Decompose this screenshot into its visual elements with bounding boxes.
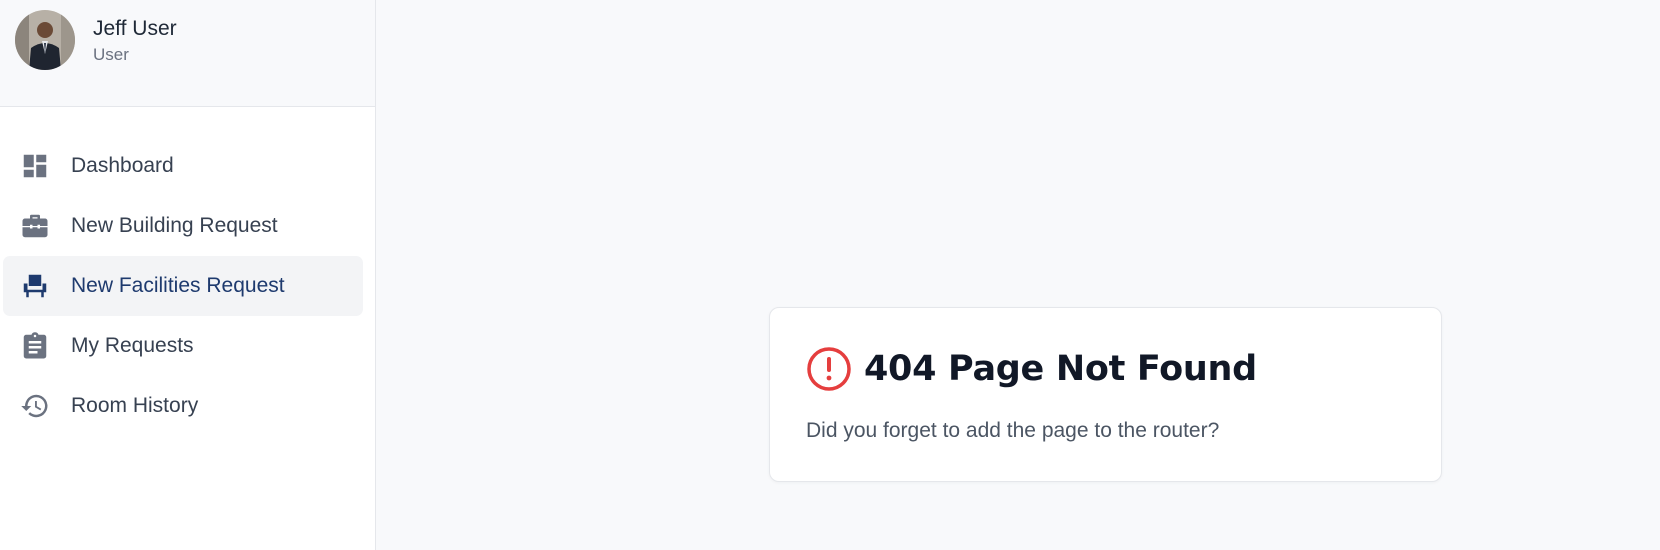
user-role: User [93, 45, 129, 64]
avatar[interactable] [15, 10, 75, 70]
clipboard-icon [19, 330, 51, 362]
error-card: 404 Page Not Found Did you forget to add… [769, 307, 1442, 482]
user-name: Jeff User [93, 17, 177, 40]
user-profile: Jeff User User [0, 0, 375, 107]
sidebar-item-new-facilities-request[interactable]: New Facilities Request [3, 256, 363, 316]
sidebar-item-new-building-request[interactable]: New Building Request [3, 196, 363, 256]
sidebar-nav: Dashboard New Building Request New Facil… [0, 107, 375, 436]
error-title: 404 Page Not Found [864, 349, 1257, 389]
error-message: Did you forget to add the page to the ro… [806, 419, 1220, 442]
briefcase-icon [19, 210, 51, 242]
sidebar-item-label: My Requests [71, 334, 194, 357]
chair-icon [19, 270, 51, 302]
history-icon [19, 390, 51, 422]
error-header: 404 Page Not Found [806, 346, 1257, 392]
sidebar: Jeff User User Dashboard New Building Re… [0, 0, 376, 550]
sidebar-item-dashboard[interactable]: Dashboard [3, 136, 363, 196]
sidebar-item-room-history[interactable]: Room History [3, 376, 363, 436]
sidebar-item-label: New Building Request [71, 214, 278, 237]
sidebar-item-label: New Facilities Request [71, 274, 285, 297]
alert-circle-icon [806, 346, 852, 392]
sidebar-item-label: Dashboard [71, 154, 174, 177]
main-content: 404 Page Not Found Did you forget to add… [376, 0, 1660, 550]
dashboard-icon [19, 150, 51, 182]
sidebar-item-label: Room History [71, 394, 199, 417]
sidebar-item-my-requests[interactable]: My Requests [3, 316, 363, 376]
